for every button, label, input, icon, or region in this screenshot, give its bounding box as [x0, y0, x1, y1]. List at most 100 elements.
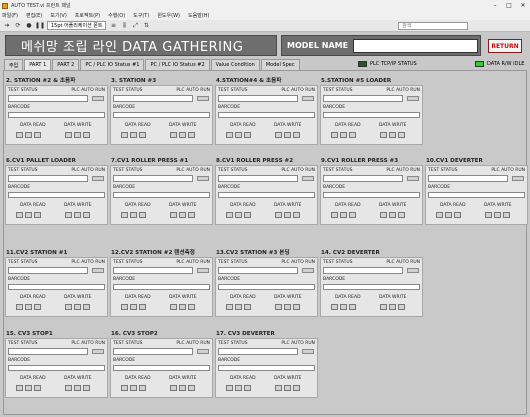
barcode-field[interactable] [218, 192, 315, 198]
data-read-box-2 [25, 304, 32, 310]
data-read-box-1 [16, 385, 23, 391]
tab-part-2[interactable]: PART 2 [52, 59, 80, 70]
station-title: 8.CV1 ROLLER PRESS #2 [216, 158, 294, 164]
model-name-input[interactable] [353, 38, 479, 53]
menu-window[interactable]: 윈도우(W) [157, 12, 180, 19]
menu-project[interactable]: 프로젝트(P) [75, 12, 100, 19]
barcode-field[interactable] [8, 365, 105, 371]
data-read-box-1 [121, 304, 128, 310]
station-body: TEST STATUS PLC AUTO RUN BARCODE DATA RE… [110, 338, 213, 398]
barcode-field[interactable] [113, 284, 210, 290]
data-write-box-1 [380, 304, 387, 310]
reorder-icon[interactable]: ⇅ [142, 22, 150, 30]
data-write-box-3 [188, 304, 195, 310]
data-read-box-1 [121, 385, 128, 391]
data-read-box-1 [331, 132, 338, 138]
plc-auto-run-label: PLC AUTO RUN [281, 341, 315, 346]
menu-help[interactable]: 도움말(H) [188, 12, 209, 19]
barcode-field[interactable] [8, 112, 105, 118]
menu-operate[interactable]: 수행(O) [108, 12, 125, 19]
tab-io-status-2[interactable]: PC / PLC IO Status #2 [145, 59, 210, 70]
close-icon[interactable]: ✕ [516, 0, 530, 11]
data-write-box-2 [179, 212, 186, 218]
data-write-box-2 [389, 304, 396, 310]
data-write-box-2 [179, 385, 186, 391]
menu-view[interactable]: 보기(V) [50, 12, 67, 19]
station-panel: 5.STATION #5 LOADER TEST STATUS PLC AUTO… [320, 77, 423, 147]
barcode-field[interactable] [8, 192, 105, 198]
run-continuous-icon[interactable]: ⟳ [14, 22, 22, 30]
barcode-field[interactable] [113, 112, 210, 118]
data-write-box-1 [170, 304, 177, 310]
tab-model-spec[interactable]: Model Spec [260, 59, 300, 70]
data-write-box-1 [170, 385, 177, 391]
page-title: 메쉬망 조립 라인 DATA GATHERING [5, 35, 277, 56]
barcode-field[interactable] [113, 192, 210, 198]
font-select[interactable]: 15pt 어플리케이션 폰트 [47, 21, 107, 30]
distribute-icon[interactable]: ⫼ [120, 22, 128, 30]
minimize-icon[interactable]: – [488, 0, 502, 11]
plc-auto-run-label: PLC AUTO RUN [71, 88, 105, 93]
maximize-icon[interactable]: □ [502, 0, 516, 11]
barcode-label: BARCODE [113, 358, 136, 363]
test-status-label: TEST STATUS [8, 341, 38, 346]
resize-icon[interactable]: ⤢ [131, 22, 139, 30]
barcode-field[interactable] [218, 365, 315, 371]
data-read-label: DATA READ [335, 123, 361, 128]
station-panel: 2. STATION #2 & 초음파 TEST STATUS PLC AUTO… [5, 77, 108, 147]
test-status-label: TEST STATUS [113, 341, 143, 346]
align-icon[interactable]: ≡ [109, 22, 117, 30]
test-status-indicator [113, 175, 193, 182]
station-title: 16. CV3 STOP2 [111, 331, 158, 337]
barcode-field[interactable] [323, 192, 420, 198]
title-bar: AUTO TEST.vi 프런트 패널 [0, 0, 530, 11]
tab-injection[interactable]: 주입 [4, 59, 24, 70]
search-input[interactable]: 검색 [398, 22, 468, 30]
test-status-label: TEST STATUS [428, 168, 458, 173]
menu-edit[interactable]: 편집(E) [26, 12, 42, 19]
barcode-field[interactable] [323, 112, 420, 118]
data-write-box-3 [293, 304, 300, 310]
abort-icon[interactable]: ● [25, 22, 33, 30]
menu-tools[interactable]: 도구(T) [133, 12, 149, 19]
barcode-field[interactable] [8, 284, 105, 290]
data-write-box-2 [284, 304, 291, 310]
test-status-indicator [8, 95, 88, 102]
barcode-field[interactable] [113, 365, 210, 371]
barcode-label: BARCODE [113, 185, 136, 190]
plc-auto-run-led [197, 176, 209, 181]
data-read-box-2 [445, 212, 452, 218]
data-read-box-2 [25, 212, 32, 218]
data-read-box-1 [226, 212, 233, 218]
tab-part-1[interactable]: PART 1 [24, 59, 52, 70]
data-write-label: DATA WRITE [169, 295, 197, 300]
plc-tcp-label: PLC TCP/IP STATUS [370, 61, 417, 67]
tab-io-status-1[interactable]: PC / PLC IO Status #1 [80, 59, 145, 70]
data-read-box-2 [25, 132, 32, 138]
tab-value-condition[interactable]: Value Condition [210, 59, 260, 70]
barcode-field[interactable] [218, 284, 315, 290]
plc-auto-run-led [92, 176, 104, 181]
data-read-box-1 [16, 132, 23, 138]
run-arrow-icon[interactable]: ➔ [3, 22, 11, 30]
data-read-box-3 [34, 304, 41, 310]
menu-file[interactable]: 파일(F) [2, 12, 18, 19]
data-write-label: DATA WRITE [274, 295, 302, 300]
barcode-field[interactable] [428, 192, 525, 198]
data-read-box-2 [235, 385, 242, 391]
model-name-label: MODEL NAME [287, 41, 349, 50]
data-read-label: DATA READ [230, 123, 256, 128]
barcode-field[interactable] [218, 112, 315, 118]
data-read-box-2 [25, 385, 32, 391]
data-read-box-1 [16, 212, 23, 218]
data-write-box-3 [398, 304, 405, 310]
test-status-label: TEST STATUS [8, 88, 38, 93]
data-write-label: DATA WRITE [169, 376, 197, 381]
pause-icon[interactable]: ❚❚ [35, 22, 45, 30]
barcode-label: BARCODE [113, 277, 136, 282]
data-write-box-3 [293, 132, 300, 138]
barcode-field[interactable] [323, 284, 420, 290]
return-button[interactable]: RETURN [488, 39, 522, 53]
data-read-box-3 [244, 212, 251, 218]
test-status-indicator [113, 95, 193, 102]
